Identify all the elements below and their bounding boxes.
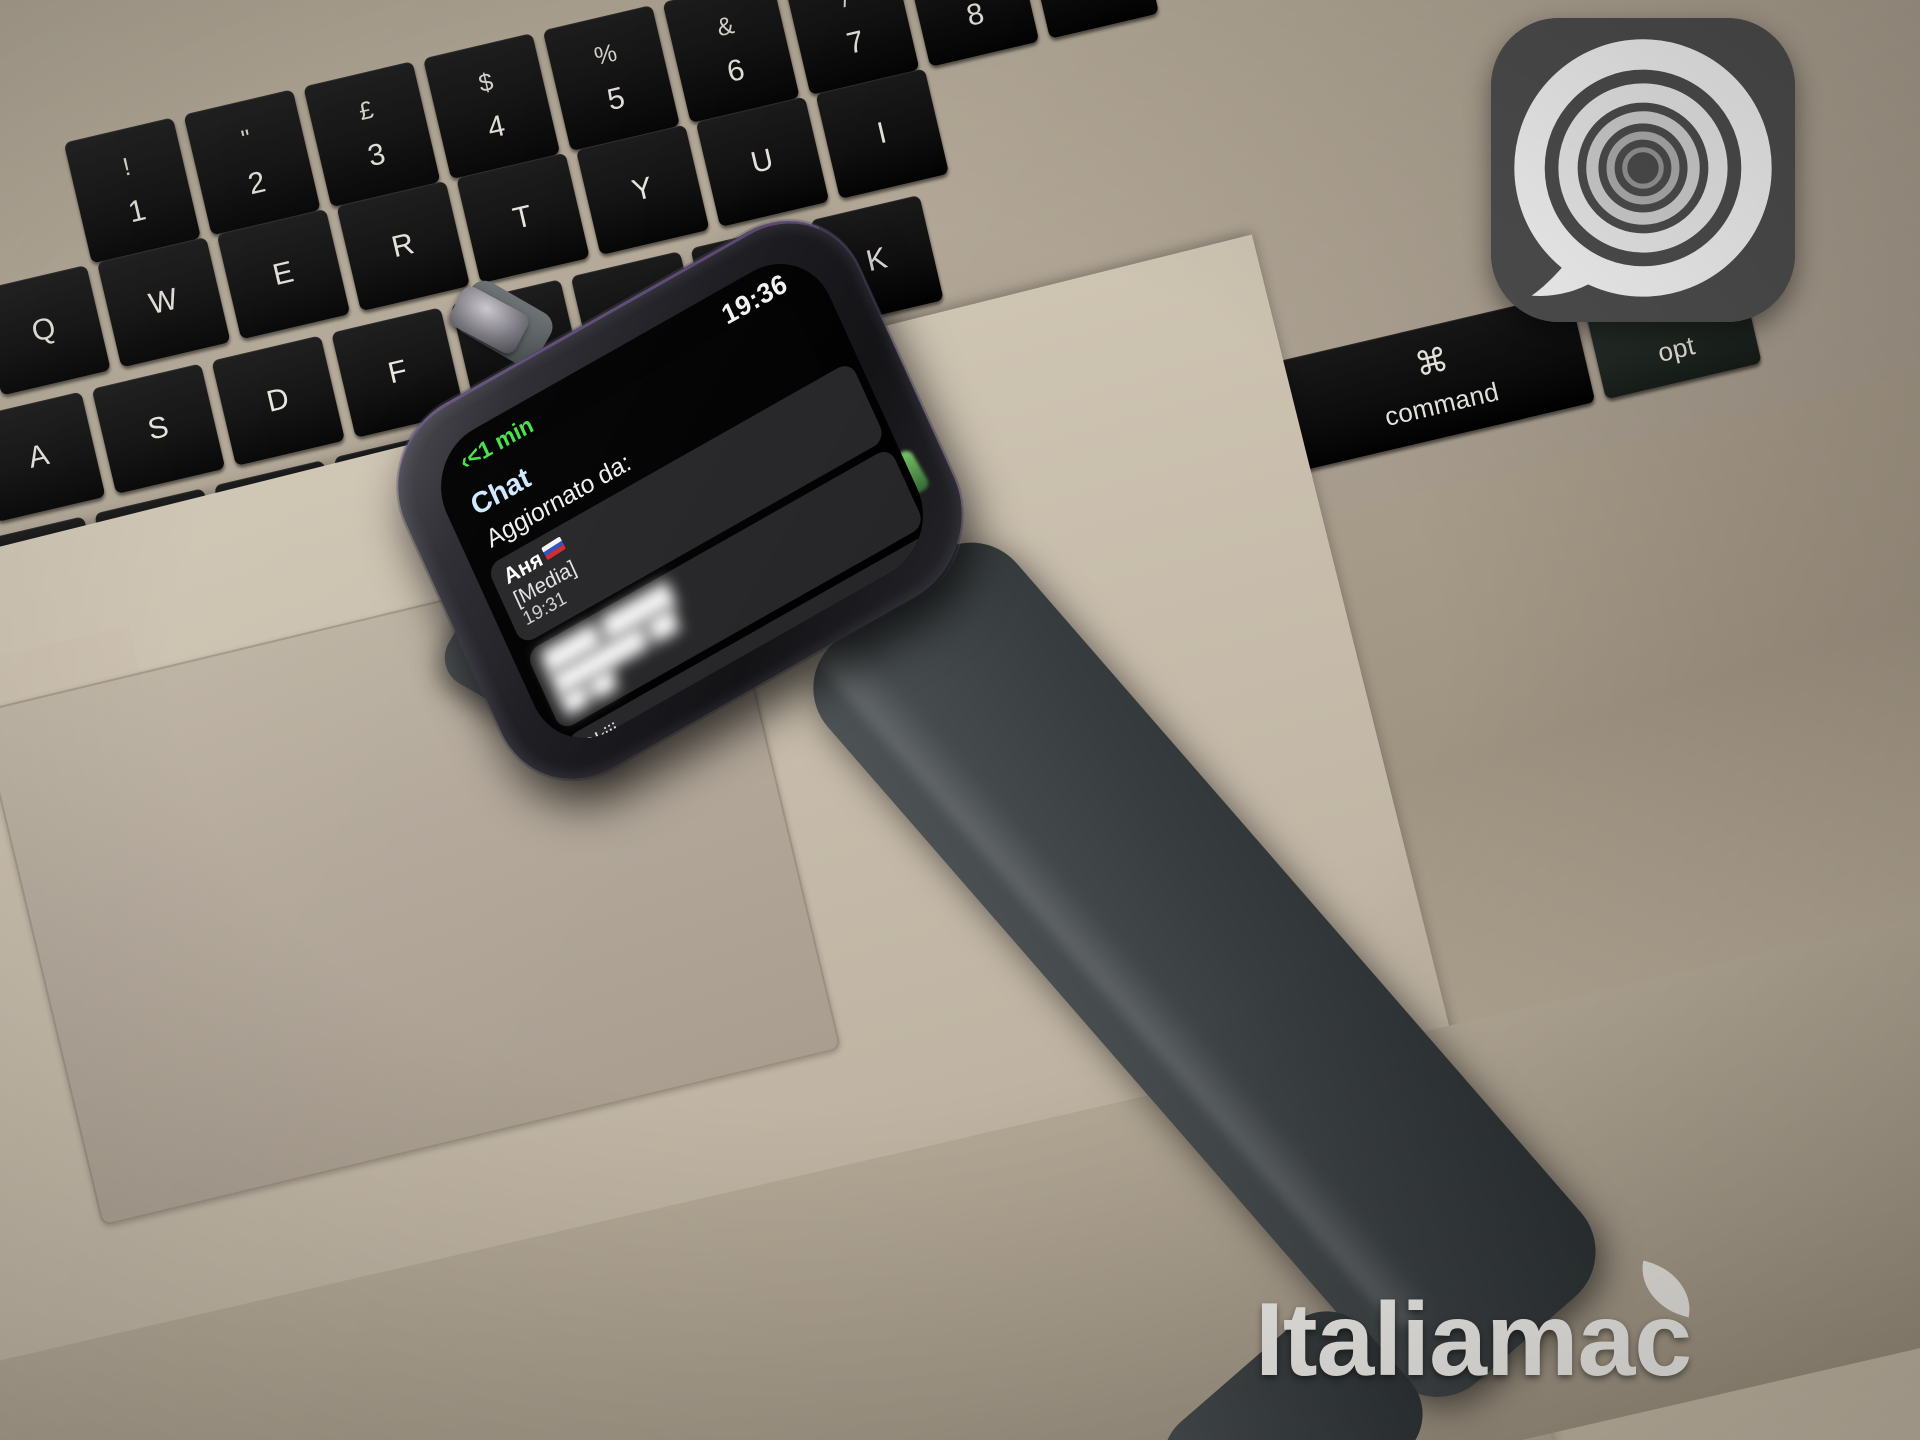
watchchat-spiral-bubble-icon	[1491, 18, 1795, 322]
key-command-right-label: command	[1381, 375, 1502, 432]
russia-flag-icon	[541, 536, 567, 561]
key-8[interactable]: (8	[901, 0, 1040, 67]
key-d[interactable]: D	[211, 335, 346, 467]
key-9[interactable]: )9	[1021, 0, 1160, 39]
italiamac-watermark: Italiamac	[1255, 1260, 1699, 1392]
watchchat-app-icon[interactable]	[1491, 18, 1795, 322]
key-q[interactable]: Q	[0, 264, 111, 396]
apple-watch: ‹<1 min 19:36 Chat Aggiornato da: Аня [M…	[369, 188, 1040, 815]
key-s[interactable]: S	[91, 363, 226, 495]
key-a[interactable]: A	[0, 391, 106, 523]
key-option-right-label: opt	[1654, 329, 1698, 368]
screenshot-root: !1 "2 £3 $4 %5 &6 /7 (8 )9 Q W E R T Y U…	[0, 0, 1920, 1440]
watermark-text: Italiamac	[1255, 1282, 1692, 1398]
